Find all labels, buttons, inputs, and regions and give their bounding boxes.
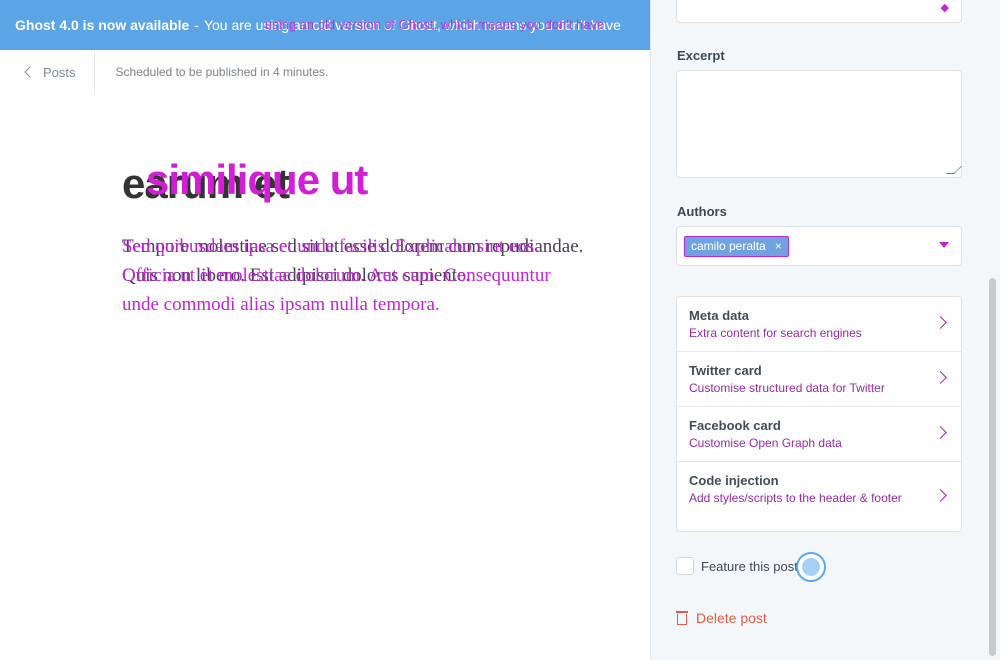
back-to-posts-link[interactable]: Posts xyxy=(0,52,95,92)
post-body-line: unde commodi alias ipsam nulla tempora. xyxy=(122,294,440,315)
back-link-label: Posts xyxy=(43,64,76,80)
chevron-right-icon xyxy=(934,426,947,439)
post-body-overlay-line: Officia ut et molestiae dolorum. Aut cum… xyxy=(122,265,551,286)
menu-item-title: Code injection xyxy=(689,473,779,488)
post-title-overlay: similique ut xyxy=(146,156,368,203)
remove-author-icon[interactable]: × xyxy=(775,237,782,256)
post-body-overlay: Sed quibusdam ipsa et unde facilis. Expl… xyxy=(122,232,551,290)
excerpt-label: Excerpt xyxy=(677,48,725,63)
upgrade-banner: Ghost 4.0 is now available - You are usi… xyxy=(0,0,650,50)
menu-item-twitter-card[interactable]: Twitter card Customise structured data f… xyxy=(677,352,961,407)
chevron-right-icon xyxy=(934,316,947,329)
banner-separator: - xyxy=(194,17,199,33)
edit-icon: ◆ xyxy=(940,2,949,14)
editor-screen: Ghost 4.0 is now available - You are usi… xyxy=(0,0,1000,660)
menu-item-desc: Extra content for search engines xyxy=(689,326,862,340)
menu-item-facebook-card[interactable]: Facebook card Customise Open Graph data xyxy=(677,407,961,462)
menu-item-code-injection[interactable]: Code injection Add styles/scripts to the… xyxy=(677,462,961,531)
delete-post-label: Delete post xyxy=(696,610,767,626)
banner-message-overlay: using an old version of Ghost, which mea… xyxy=(265,17,605,32)
post-body-editor[interactable]: Tempore molestiae sed sit ut esse dolore… xyxy=(122,232,650,319)
chevron-right-icon xyxy=(934,489,947,502)
trash-icon xyxy=(676,611,688,625)
chevron-right-icon xyxy=(934,371,947,384)
feature-post-label: Feature this post xyxy=(701,558,798,574)
chevron-left-icon xyxy=(24,66,36,78)
caret-down-icon[interactable] xyxy=(939,242,949,248)
menu-item-title: Twitter card xyxy=(689,363,762,378)
panel-scrollbar[interactable] xyxy=(989,278,996,656)
menu-item-desc: Customise structured data for Twitter xyxy=(689,381,885,395)
menu-item-desc: Customise Open Graph data xyxy=(689,436,842,450)
delete-post-button[interactable]: Delete post xyxy=(676,610,767,626)
banner-title: Ghost 4.0 is now available xyxy=(15,17,190,33)
post-title-input[interactable]: earum et similique ut xyxy=(122,156,650,212)
settings-menu: Meta data Extra content for search engin… xyxy=(676,296,962,532)
feature-post-checkbox[interactable] xyxy=(676,557,694,575)
post-url-field[interactable]: ◆ xyxy=(676,0,962,23)
post-body-overlay-line: Sed quibusdam ipsa et unde facilis. Expl… xyxy=(122,236,539,257)
author-name: camilo peralta xyxy=(691,239,766,253)
authors-label: Authors xyxy=(677,204,727,219)
authors-select[interactable]: camilo peralta × xyxy=(676,226,962,266)
menu-item-title: Facebook card xyxy=(689,418,781,433)
publish-status: Scheduled to be published in 4 minutes. … xyxy=(116,65,329,79)
menu-item-meta-data[interactable]: Meta data Extra content for search engin… xyxy=(677,297,961,352)
menu-item-desc: Add styles/scripts to the header & foote… xyxy=(689,491,902,505)
author-tag[interactable]: camilo peralta × xyxy=(684,236,789,257)
post-editor: earum et similique ut Tempore molestiae … xyxy=(122,156,650,319)
excerpt-textarea[interactable] xyxy=(676,70,962,178)
menu-item-title: Meta data xyxy=(689,308,749,323)
resize-handle-icon[interactable] xyxy=(946,166,962,174)
publish-status-overlay: Scheduled to be published in 4 minutes. xyxy=(115,65,329,79)
editor-header: Posts Scheduled to be published in 4 min… xyxy=(0,50,650,94)
post-settings-panel: ◆ Excerpt Authors camilo peralta × Meta … xyxy=(650,0,1000,660)
feature-post-option[interactable]: Feature this post xyxy=(676,557,798,575)
focus-ring-indicator xyxy=(796,552,826,582)
